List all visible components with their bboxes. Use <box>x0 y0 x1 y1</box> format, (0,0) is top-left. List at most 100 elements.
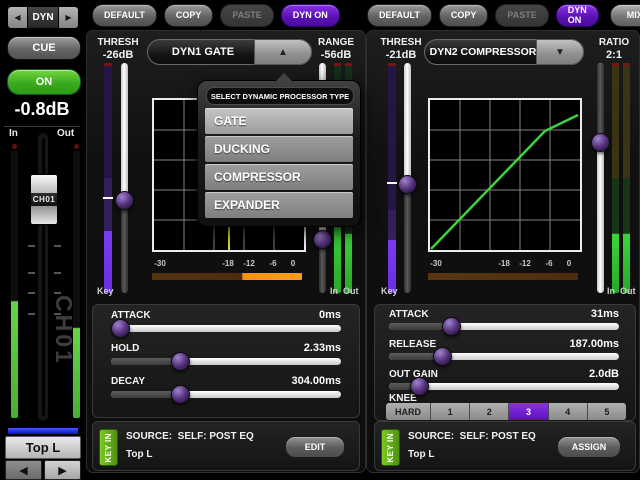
dyn1-key-label: Key <box>97 286 114 296</box>
peak-tick <box>104 63 112 66</box>
knee-2-button[interactable]: 2 <box>470 403 509 420</box>
nav-mode-label: DYN <box>27 7 59 28</box>
dyn2-keyin-level-meter <box>428 273 578 280</box>
dyn2-key-label: Key <box>381 286 398 296</box>
channel-color-bar <box>7 427 79 435</box>
dyn1-default-button[interactable]: DEFAULT <box>92 4 157 27</box>
dyn1-keyin-box: KEY IN SOURCE: SELF: POST EQ Top L EDIT <box>92 421 360 471</box>
fader-handle-label: CH01 <box>31 193 57 206</box>
dyn2-copy-button[interactable]: COPY <box>439 4 489 27</box>
keyin-source: SOURCE: SELF: POST EQ <box>126 431 254 442</box>
knee-5-button[interactable]: 5 <box>588 403 626 420</box>
dyn2-on-button[interactable]: DYN ON <box>556 4 599 27</box>
mixer-button[interactable]: MIXER <box>610 4 640 27</box>
left-arrow-icon: ◀ <box>14 13 20 22</box>
cue-button[interactable]: CUE <box>7 36 81 60</box>
dyn2-thresh-slider[interactable] <box>404 63 411 293</box>
popup-option-compressor[interactable]: COMPRESSOR <box>205 164 353 190</box>
popup-option-expander[interactable]: EXPANDER <box>205 192 353 218</box>
up-arrow-icon: ▲ <box>278 47 288 58</box>
dyn1-keyin-edit-button[interactable]: EDIT <box>285 436 345 458</box>
channel-prev-button[interactable]: ◀ <box>5 460 42 480</box>
popup-pointer <box>276 73 292 81</box>
dyn2-toolbar: DEFAULT COPY PASTE DYN ON MIXER <box>367 4 640 26</box>
peak-tick <box>623 63 630 66</box>
knee-4-button[interactable]: 4 <box>549 403 588 420</box>
param-label: DECAY <box>111 376 145 387</box>
knee-1-button[interactable]: 1 <box>431 403 470 420</box>
knee-hard-button[interactable]: HARD <box>386 403 431 420</box>
popup-option-gate[interactable]: GATE <box>205 108 353 134</box>
dyn1-thresh-knob[interactable] <box>115 191 134 210</box>
param-value: 2.0dB <box>589 368 619 380</box>
dyn2-thresh-readout: THRESH -21dB <box>374 37 428 61</box>
nav-next-button[interactable]: ▶ <box>59 7 78 28</box>
input-level-meter <box>11 151 18 418</box>
fader-scale-mark <box>28 245 35 247</box>
dyn1-keyin-level-meter <box>152 273 302 280</box>
dyn2-paste-button[interactable]: PASTE <box>495 4 548 27</box>
dyn1-meter-scale: -30 -18 -12 -6 0 <box>152 259 302 269</box>
nav-prev-button[interactable]: ◀ <box>8 7 27 28</box>
fader-gain-value: -0.8dB <box>0 99 84 120</box>
channel-next-button[interactable]: ▶ <box>44 460 81 480</box>
param-value: 2.33ms <box>304 342 341 354</box>
keyin-source-name: Top L <box>126 449 152 460</box>
dyn2-release-slider[interactable] <box>389 353 619 360</box>
dyn2-type-dropdown[interactable]: DYN2 COMPRESSOR ▼ <box>424 39 584 65</box>
dyn2-keyin-box: KEY IN SOURCE: SELF: POST EQ Top L ASSIG… <box>374 421 636 471</box>
dyn2-ratio-knob[interactable] <box>591 133 610 152</box>
channel-strip: ◀ DYN ▶ CUE ON -0.8dB In Out CH01 CH01 T… <box>0 0 84 480</box>
channel-name-button[interactable]: Top L <box>5 436 81 459</box>
peak-tick <box>388 63 396 66</box>
dyn1-hold-slider[interactable] <box>111 358 341 365</box>
in-peak-led <box>12 144 17 149</box>
dyn1-range-knob[interactable] <box>313 230 332 249</box>
popup-option-ducking[interactable]: DUCKING <box>205 136 353 162</box>
dyn1-copy-button[interactable]: COPY <box>164 4 214 27</box>
dyn1-dropdown-toggle[interactable]: ▲ <box>254 39 312 65</box>
dyn1-thresh-slider[interactable] <box>121 63 128 293</box>
dyn1-decay-slider[interactable] <box>111 391 341 398</box>
dyn2-panel: THRESH -21dB DYN2 COMPRESSOR ▼ RATIO 2:1 <box>366 30 640 473</box>
dyn2-keyin-assign-button[interactable]: ASSIGN <box>557 436 621 458</box>
threshold-tick <box>387 182 397 184</box>
peak-tick <box>612 63 619 66</box>
dyn1-range-readout: RANGE -56dB <box>310 37 362 61</box>
dyn1-paste-button[interactable]: PASTE <box>220 4 273 27</box>
dyn1-parameters: ATTACK 0ms HOLD 2.33ms DECAY 304.00ms <box>92 304 360 418</box>
right-arrow-icon: ▶ <box>65 13 71 22</box>
dyn1-attack-knob[interactable] <box>111 319 130 338</box>
dyn2-ratio-slider[interactable] <box>597 63 604 293</box>
dyn1-thresh-readout: THRESH -26dB <box>91 37 145 61</box>
dyn1-attack-slider[interactable] <box>111 325 341 332</box>
param-value: 187.00ms <box>569 338 619 350</box>
dyn2-outgain-knob[interactable] <box>410 377 429 396</box>
strip-out-label: Out <box>57 128 74 139</box>
dyn1-type-dropdown[interactable]: DYN1 GATE ▲ <box>147 39 312 65</box>
fader-handle[interactable]: CH01 <box>30 174 58 225</box>
strip-in-label: In <box>9 128 18 139</box>
peak-tick <box>334 63 341 66</box>
dyn2-parameters: ATTACK 31ms RELEASE 187.00ms OUT GAIN 2.… <box>374 304 636 421</box>
dyn2-thresh-knob[interactable] <box>398 175 417 194</box>
dyn2-release-knob[interactable] <box>433 347 452 366</box>
output-level-meter <box>73 151 80 418</box>
dyn2-outgain-slider[interactable] <box>389 383 619 390</box>
dyn2-attack-knob[interactable] <box>442 317 461 336</box>
dyn1-decay-knob[interactable] <box>171 385 190 404</box>
channel-on-button[interactable]: ON <box>7 69 81 95</box>
dynamics-screen: ◀ DYN ▶ CUE ON -0.8dB In Out CH01 CH01 T… <box>0 0 640 480</box>
dyn2-attack-slider[interactable] <box>389 323 619 330</box>
dyn1-hold-knob[interactable] <box>171 352 190 371</box>
keyin-tab: KEY IN <box>99 429 118 466</box>
fader-scale-mark <box>54 272 61 274</box>
dyn2-out-meter <box>623 63 630 293</box>
dyn2-io-labels: In Out <box>607 286 636 296</box>
fader-scale-mark <box>28 292 35 294</box>
down-arrow-icon: ▼ <box>555 47 565 58</box>
dyn1-on-button[interactable]: DYN ON <box>281 4 340 27</box>
dyn2-default-button[interactable]: DEFAULT <box>367 4 432 27</box>
dyn2-dropdown-toggle[interactable]: ▼ <box>536 39 584 65</box>
knee-3-button[interactable]: 3 <box>509 403 548 420</box>
